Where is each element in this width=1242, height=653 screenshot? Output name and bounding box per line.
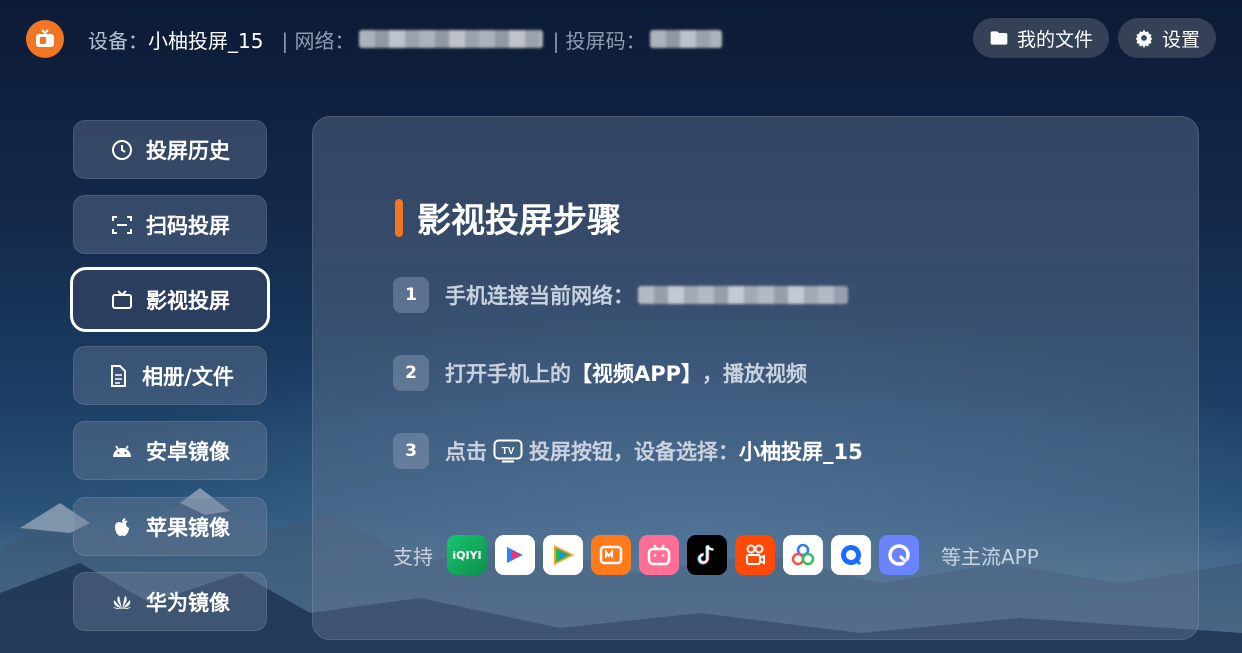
- supported-apps: 支持 iQIYI 等主流APP: [393, 533, 1039, 577]
- sidebar-item-label: 相册/文件: [142, 364, 234, 389]
- app-icon-list: iQIYI: [447, 535, 919, 575]
- cast-tv-text: TV: [502, 446, 515, 457]
- step-text: ，播放视频: [702, 362, 808, 386]
- tv-logo-icon: [36, 29, 54, 47]
- mgtv-icon: [591, 535, 631, 575]
- my-files-button[interactable]: 我的文件: [973, 18, 1110, 58]
- sidebar-item-history[interactable]: 投屏历史: [73, 120, 267, 179]
- huawei-icon: [113, 595, 131, 609]
- device-info: 设备： 小柚投屏_15 | 网络： | 投屏码：: [88, 24, 722, 54]
- step-text: 点击: [445, 440, 487, 464]
- kuaishou-icon: [735, 535, 775, 575]
- top-bar: 设备： 小柚投屏_15 | 网络： | 投屏码： 我的文件 设置: [0, 0, 1242, 78]
- sidebar-item-android-mirror[interactable]: 安卓镜像: [73, 421, 267, 480]
- app-logo: [26, 20, 64, 58]
- step-number: 1: [393, 277, 429, 313]
- sidebar-item-label: 华为镜像: [146, 590, 230, 615]
- douyin-icon: [687, 535, 727, 575]
- sidebar-item-huawei-mirror[interactable]: 华为镜像: [73, 572, 267, 631]
- step-3: 3 点击 TV 投屏按钮，设备选择： 小柚投屏_15: [393, 433, 863, 469]
- iqiyi-icon: iQIYI: [447, 535, 487, 575]
- more-apps-label: 等主流APP: [941, 544, 1039, 569]
- quark-icon: [879, 535, 919, 575]
- sidebar-item-scan[interactable]: 扫码投屏: [73, 195, 267, 254]
- device-name: 小柚投屏_15: [148, 28, 264, 53]
- scan-icon: [112, 215, 132, 234]
- sidebar-item-label: 苹果镜像: [146, 515, 230, 540]
- step-highlight: 【视频APP】: [571, 362, 703, 386]
- step-2: 2 打开手机上的 【视频APP】 ，播放视频: [393, 355, 807, 391]
- cast-code-label: | 投屏码：: [552, 28, 646, 53]
- my-files-label: 我的文件: [1017, 28, 1094, 51]
- baidu-icon: [783, 535, 823, 575]
- tv-icon: [112, 289, 132, 309]
- sidebar-item-label: 投屏历史: [146, 138, 230, 163]
- sidebar-item-apple-mirror[interactable]: 苹果镜像: [73, 497, 267, 556]
- tencent-video-icon: [543, 535, 583, 575]
- sidebar-item-album-files[interactable]: 相册/文件: [73, 346, 267, 405]
- gear-icon: [1135, 29, 1153, 48]
- history-icon: [112, 139, 132, 160]
- apple-icon: [115, 517, 129, 536]
- android-icon: [113, 445, 131, 457]
- document-icon: [111, 364, 127, 387]
- main-panel: 影视投屏步骤 1 手机连接当前网络： 2 打开手机上的 【视频APP】 ，播放视…: [312, 116, 1199, 640]
- cast-code-blurred: [649, 30, 722, 48]
- device-label: 设备：: [88, 28, 148, 53]
- sidebar-item-label: 扫码投屏: [146, 213, 230, 238]
- step-number: 3: [393, 433, 429, 469]
- sidebar-item-label: 影视投屏: [146, 288, 230, 313]
- qq-browser-icon: [831, 535, 871, 575]
- sidebar-item-video-cast[interactable]: 影视投屏: [70, 267, 270, 332]
- settings-button[interactable]: 设置: [1118, 18, 1217, 58]
- step-number: 2: [393, 355, 429, 391]
- network-label: | 网络：: [281, 28, 355, 53]
- step-text: 投屏按钮，设备选择：: [529, 440, 739, 464]
- network-name-blurred: [638, 286, 848, 304]
- step-device-name: 小柚投屏_15: [739, 440, 863, 464]
- folder-icon: [990, 31, 1008, 45]
- step-1: 1 手机连接当前网络：: [393, 277, 848, 313]
- title-accent-bar: [395, 198, 403, 237]
- page-title: 影视投屏步骤: [395, 193, 621, 242]
- youku-icon: [495, 535, 535, 575]
- step-text: 打开手机上的: [445, 362, 571, 386]
- sidebar-item-label: 安卓镜像: [146, 439, 230, 464]
- iqiyi-text: iQIYI: [452, 548, 482, 562]
- network-name-blurred: [358, 30, 543, 48]
- support-label: 支持: [393, 544, 433, 569]
- settings-label: 设置: [1162, 28, 1201, 51]
- page-title-text: 影视投屏步骤: [417, 201, 621, 241]
- bilibili-icon: [639, 535, 679, 575]
- step-text: 手机连接当前网络：: [445, 284, 634, 308]
- cast-tv-icon: TV: [493, 439, 523, 463]
